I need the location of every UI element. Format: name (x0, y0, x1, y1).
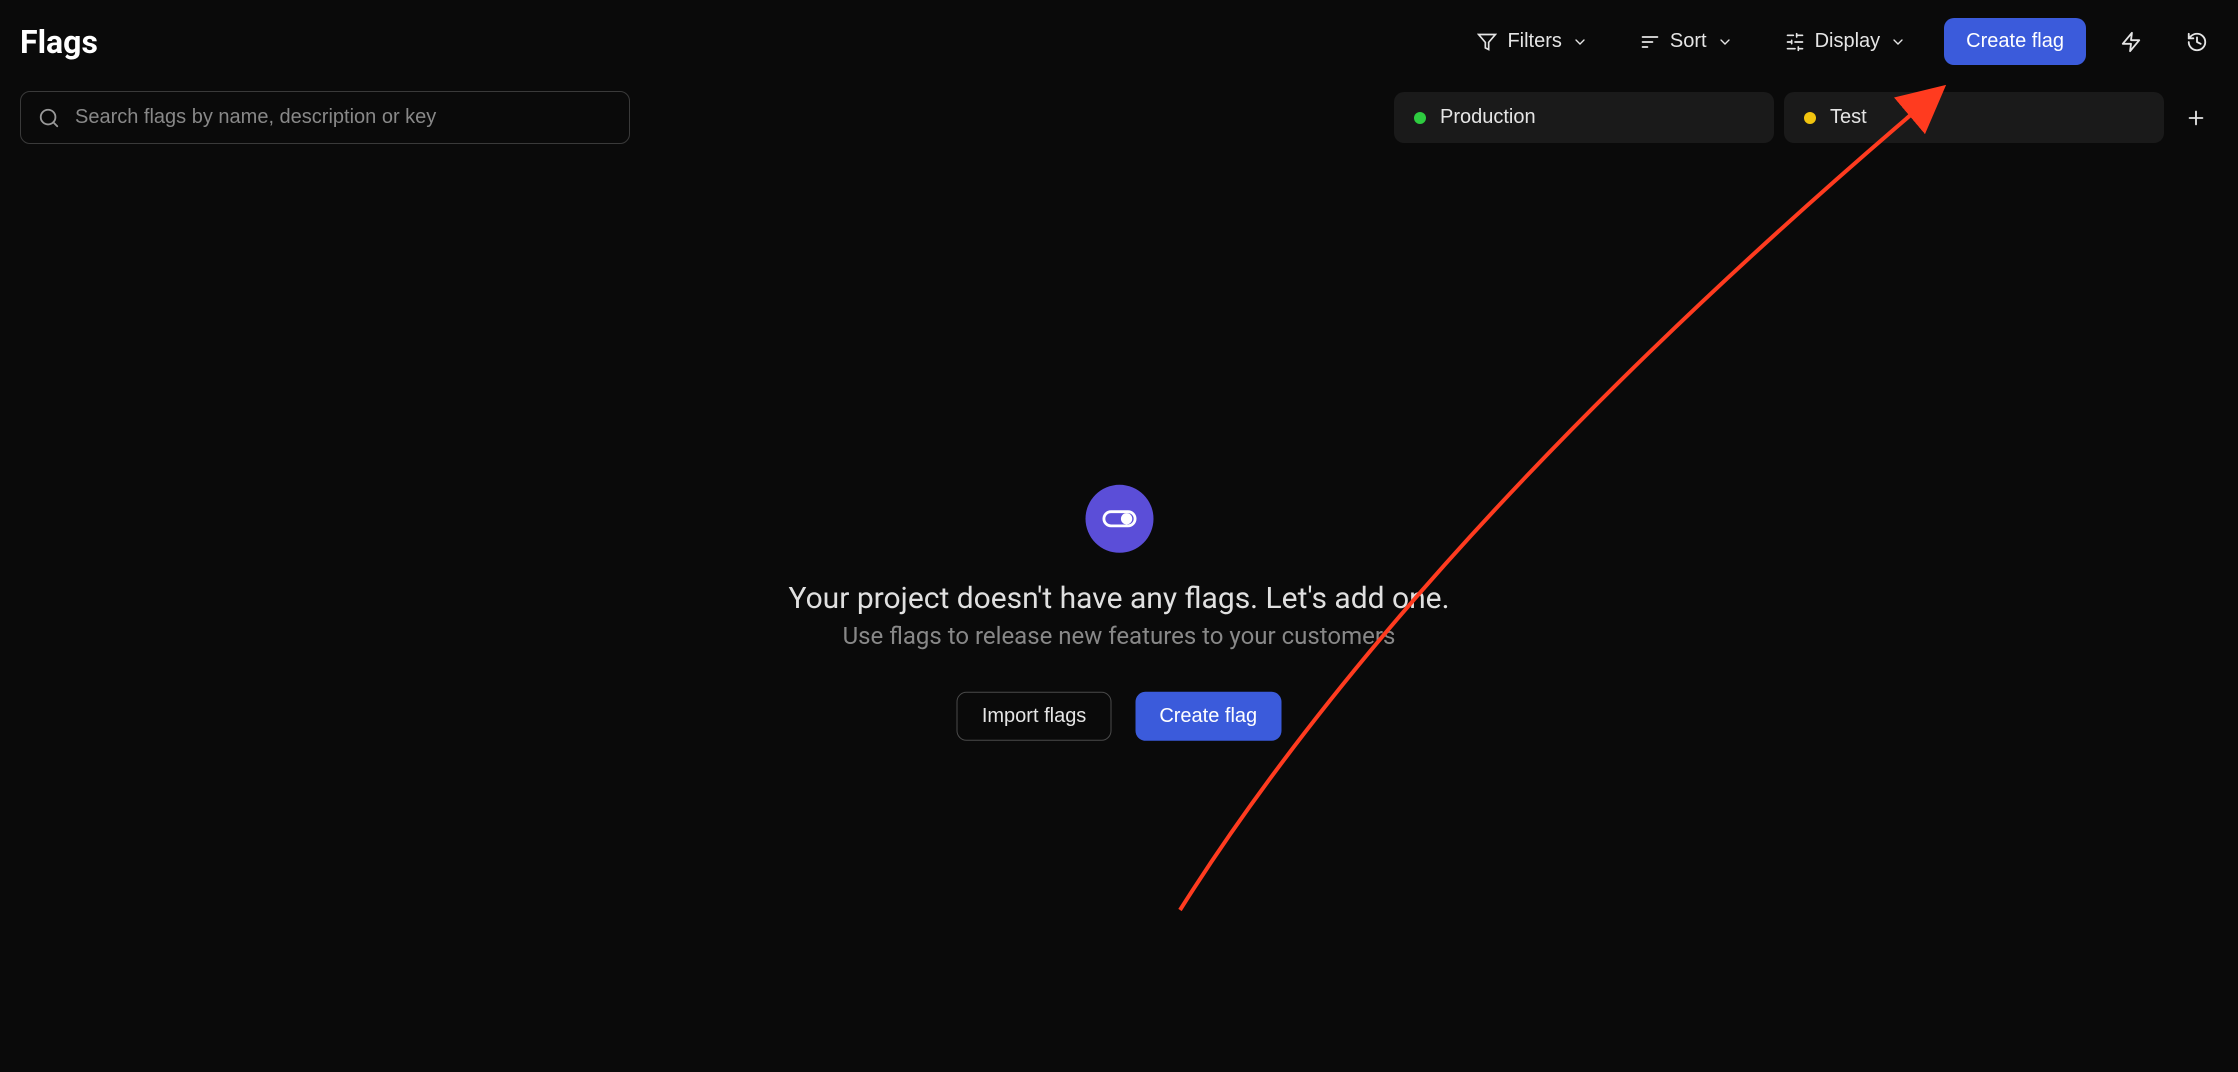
search-wrapper (20, 91, 630, 144)
sort-icon (1640, 32, 1660, 52)
search-input[interactable] (20, 91, 630, 144)
empty-state-actions: Import flags Create flag (957, 692, 1281, 741)
sort-button[interactable]: Sort (1626, 20, 1747, 63)
display-label: Display (1815, 30, 1881, 53)
add-environment-button[interactable] (2174, 96, 2218, 140)
empty-state-title: Your project doesn't have any flags. Let… (789, 581, 1450, 616)
create-flag-button-empty[interactable]: Create flag (1135, 692, 1281, 741)
display-button[interactable]: Display (1771, 20, 1921, 63)
empty-state-subtitle: Use flags to release new features to you… (843, 622, 1396, 650)
empty-state-icon-circle (1085, 485, 1153, 553)
filter-icon (1477, 32, 1497, 52)
page-title: Flags (20, 23, 98, 61)
import-flags-button[interactable]: Import flags (957, 692, 1111, 741)
toggle-icon (1102, 502, 1136, 536)
empty-state: Your project doesn't have any flags. Let… (789, 485, 1450, 741)
environment-pill-production[interactable]: Production (1394, 92, 1774, 143)
create-flag-button[interactable]: Create flag (1944, 18, 2086, 65)
environment-pill-test[interactable]: Test (1784, 92, 2164, 143)
status-dot-green (1414, 112, 1426, 124)
environment-label: Production (1440, 106, 1536, 129)
environment-label: Test (1830, 106, 1867, 129)
filters-label: Filters (1507, 30, 1561, 53)
environment-pills: Production Test (1394, 92, 2218, 143)
chevron-down-icon (1890, 34, 1906, 50)
status-dot-yellow (1804, 112, 1816, 124)
chevron-down-icon (1717, 34, 1733, 50)
lightning-icon (2120, 31, 2142, 53)
sliders-icon (1785, 32, 1805, 52)
sort-label: Sort (1670, 30, 1707, 53)
history-icon (2186, 31, 2208, 53)
chevron-down-icon (1572, 34, 1588, 50)
plus-icon (2185, 107, 2207, 129)
lightning-button[interactable] (2110, 21, 2152, 63)
filters-button[interactable]: Filters (1463, 20, 1601, 63)
history-button[interactable] (2176, 21, 2218, 63)
header-actions: Filters Sort Display Create flag (1463, 18, 2218, 65)
search-icon (38, 107, 60, 129)
